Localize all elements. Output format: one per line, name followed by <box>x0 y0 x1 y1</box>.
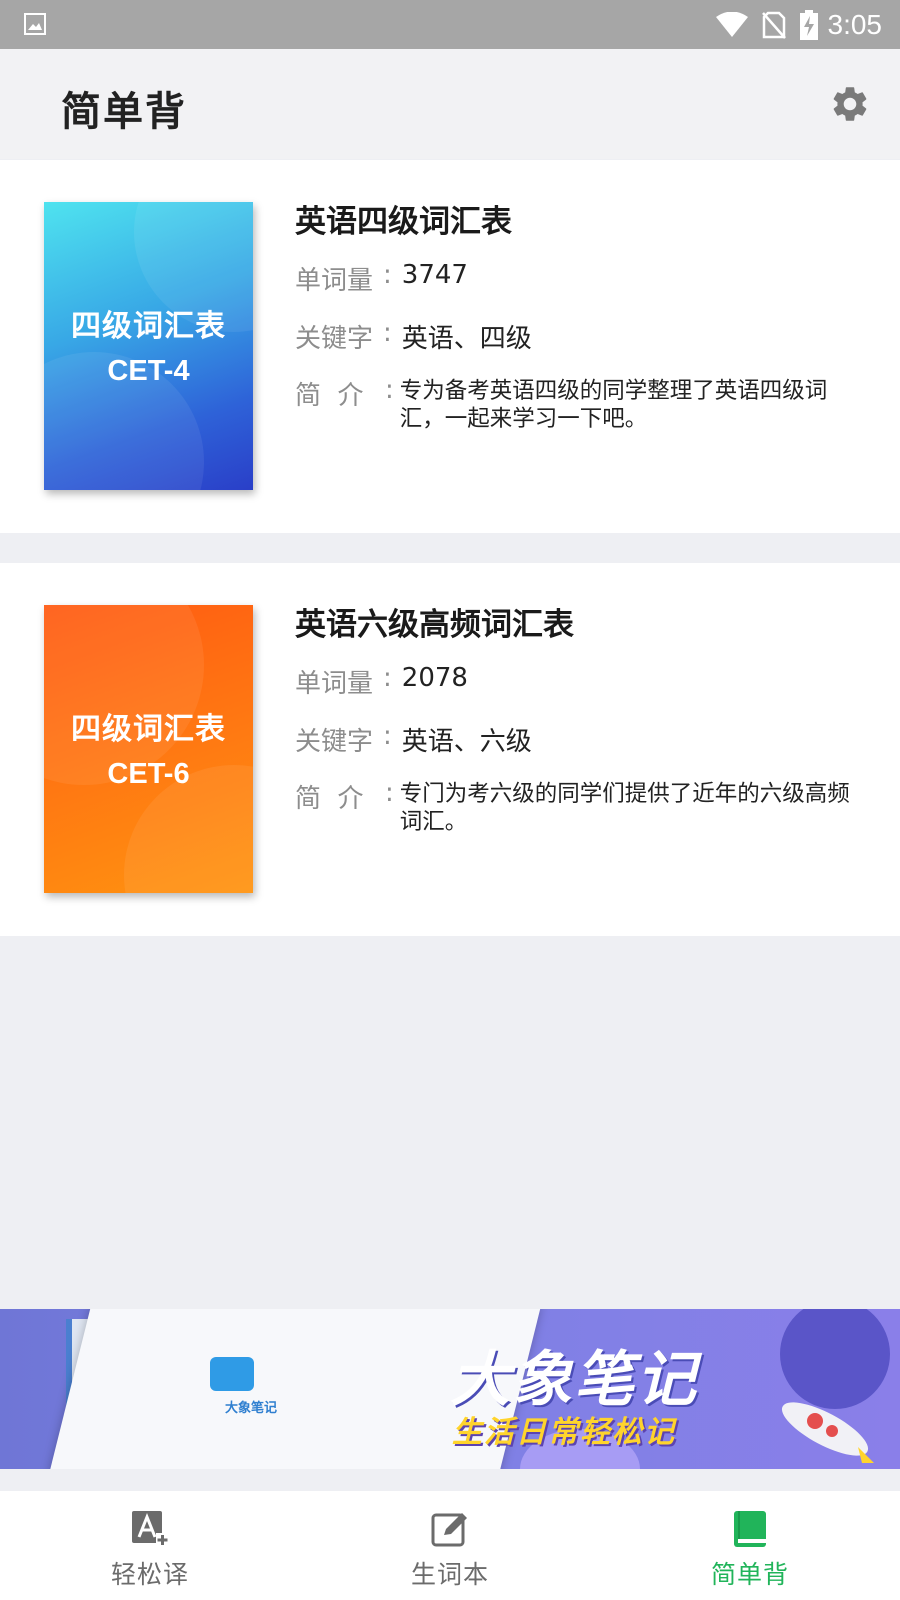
description-label: 简 介 <box>295 381 364 411</box>
app-header: 简单背 <box>0 49 900 159</box>
word-count-row: 单词量:2078 <box>295 663 468 699</box>
rocket-icon <box>781 1402 874 1463</box>
book-cover-cet4[interactable]: 四级词汇表 CET-4 <box>44 202 253 490</box>
word-count-label: 单词量 <box>295 669 374 699</box>
tab-simple-memorize[interactable]: 简单背 <box>600 1491 900 1600</box>
gallery-notification-icon <box>24 13 46 35</box>
tab-vocabulary[interactable]: 生词本 <box>300 1491 600 1600</box>
gear-icon[interactable] <box>829 83 871 125</box>
cover-subtitle: CET-6 <box>107 758 190 790</box>
keyword-label: 关键字 <box>295 727 374 757</box>
keyword-label: 关键字 <box>295 324 374 354</box>
cover-title: 四级词汇表 <box>71 712 226 747</box>
status-time: 3:05 <box>827 8 883 40</box>
wifi-icon <box>715 11 748 37</box>
tab-label: 简单背 <box>710 1560 789 1589</box>
bottom-navigation: 轻松译 生词本 简单背 <box>0 1491 900 1600</box>
elephant-logo-icon <box>210 1357 254 1391</box>
cover-subtitle: CET-4 <box>107 355 190 387</box>
keyword-value: 英语、六级 <box>401 727 532 757</box>
description-text: 专为备考英语四级的同学整理了英语四级词汇，一起来学习一下吧。 <box>399 378 828 432</box>
tab-translate[interactable]: 轻松译 <box>0 1491 300 1600</box>
translate-icon <box>132 1511 169 1546</box>
book-card-cet4[interactable]: 四级词汇表 CET-4 英语四级词汇表 单词量:3747 关键字: 英语、四级 简… <box>0 160 900 533</box>
description-label: 简 介 <box>295 784 364 814</box>
banner-logo-text: 大象笔记 <box>225 1401 278 1416</box>
banner-subtitle: 生活日常轻松记 <box>452 1415 676 1450</box>
no-sim-icon <box>761 11 786 39</box>
word-count-label: 单词量 <box>295 266 374 296</box>
word-count-row: 单词量:3747 <box>295 260 468 296</box>
word-count-value: 3747 <box>401 260 468 290</box>
book-icon <box>734 1511 766 1547</box>
ad-banner[interactable]: 大象笔记 大象笔记 生活日常轻松记 <box>0 1309 900 1469</box>
battery-charging-icon <box>799 9 818 40</box>
tab-label: 轻松译 <box>110 1560 189 1589</box>
book-title: 英语六级高频词汇表 <box>295 607 574 643</box>
description-row: 简 介: 专为备考英语四级的同学整理了英语四级词汇，一起来学习一下吧。 <box>295 375 862 433</box>
keyword-value: 英语、四级 <box>401 324 532 354</box>
word-count-value: 2078 <box>401 663 468 693</box>
cover-title: 四级词汇表 <box>71 309 226 344</box>
page-title: 简单背 <box>61 89 187 135</box>
book-title: 英语四级词汇表 <box>295 204 512 240</box>
description-row: 简 介: 专门为考六级的同学们提供了近年的六级高频词汇。 <box>295 778 862 836</box>
keyword-row: 关键字: 英语、六级 <box>295 721 532 757</box>
status-bar: 3:05 <box>0 0 900 49</box>
banner-title: 大象笔记 <box>450 1345 698 1415</box>
book-card-cet6[interactable]: 四级词汇表 CET-6 英语六级高频词汇表 单词量:2078 关键字: 英语、六级… <box>0 563 900 936</box>
keyword-row: 关键字: 英语、四级 <box>295 318 532 354</box>
description-text: 专门为考六级的同学们提供了近年的六级高频词汇。 <box>399 781 850 835</box>
edit-note-icon <box>431 1513 467 1547</box>
tab-label: 生词本 <box>410 1560 489 1589</box>
book-cover-cet6[interactable]: 四级词汇表 CET-6 <box>44 605 253 893</box>
